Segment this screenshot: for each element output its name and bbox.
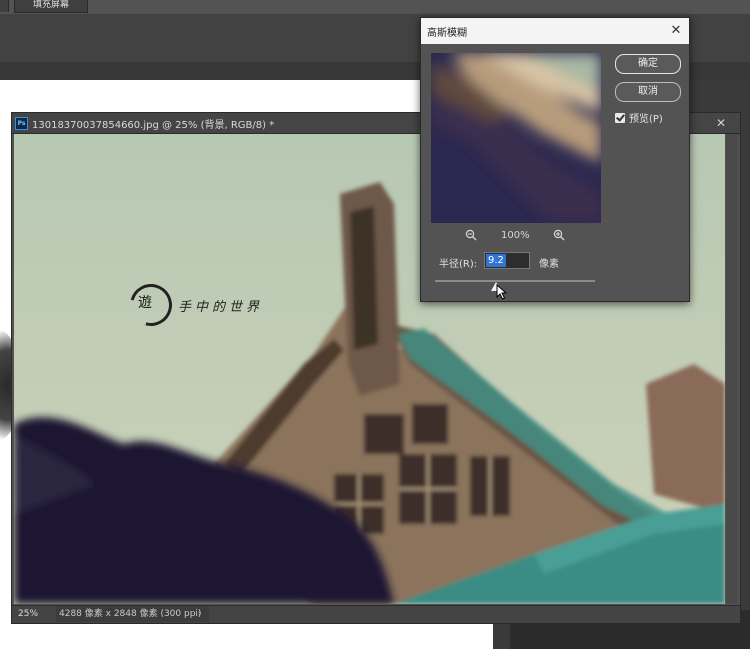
top-tab-bar: 填充屏幕	[0, 0, 750, 14]
gaussian-blur-dialog: 高斯模糊 ✕ 确定 取消 预览(P) 100% 半径(R): 9.2 像素	[420, 17, 690, 302]
status-menu-arrow-icon[interactable]: ›	[198, 606, 202, 623]
zoom-out-icon[interactable]	[465, 229, 477, 244]
vertical-scrollbar[interactable]	[726, 134, 738, 604]
radius-input-value: 9.2	[486, 254, 506, 267]
zoom-in-icon[interactable]	[553, 229, 565, 244]
watermark-ring-char: 遊	[138, 295, 152, 311]
ok-button[interactable]: 确定	[615, 54, 681, 74]
dialog-close-icon[interactable]: ✕	[667, 22, 685, 40]
dialog-title: 高斯模糊	[427, 28, 467, 39]
mouse-cursor-icon	[496, 284, 508, 300]
zoom-level-field[interactable]: 25%	[18, 607, 54, 621]
checkbox-checked-icon[interactable]	[615, 113, 625, 123]
blur-preview-image	[431, 53, 601, 223]
preview-zoom-level: 100%	[501, 230, 530, 241]
watermark-text: 手中的世界	[178, 300, 264, 315]
status-bar: 25% 4288 像素 x 2848 像素 (300 ppi) ›	[12, 605, 740, 623]
tab-previous[interactable]	[0, 0, 9, 12]
cancel-button[interactable]: 取消	[615, 82, 681, 102]
document-close-icon[interactable]: ✕	[712, 114, 730, 132]
watermark-logo: 遊 手中的世界	[122, 276, 290, 334]
blur-preview[interactable]	[431, 53, 601, 223]
dialog-titlebar[interactable]: 高斯模糊 ✕	[421, 18, 689, 44]
photoshop-file-icon: Ps	[15, 117, 28, 130]
preview-zoom-controls: 100%	[431, 229, 601, 245]
radius-slider-track[interactable]	[435, 280, 595, 282]
document-info: 4288 像素 x 2848 像素 (300 ppi)	[56, 606, 209, 622]
radius-label: 半径(R):	[439, 259, 478, 270]
preview-checkbox[interactable]: 预览(P)	[615, 110, 663, 125]
fill-screen-button[interactable]: 填充屏幕	[14, 0, 88, 13]
radius-unit: 像素	[539, 259, 559, 270]
radius-input[interactable]: 9.2	[484, 252, 530, 269]
document-title: 13018370037854660.jpg @ 25% (背景, RGB/8) …	[32, 120, 275, 131]
preview-checkbox-label: 预览(P)	[629, 114, 663, 125]
